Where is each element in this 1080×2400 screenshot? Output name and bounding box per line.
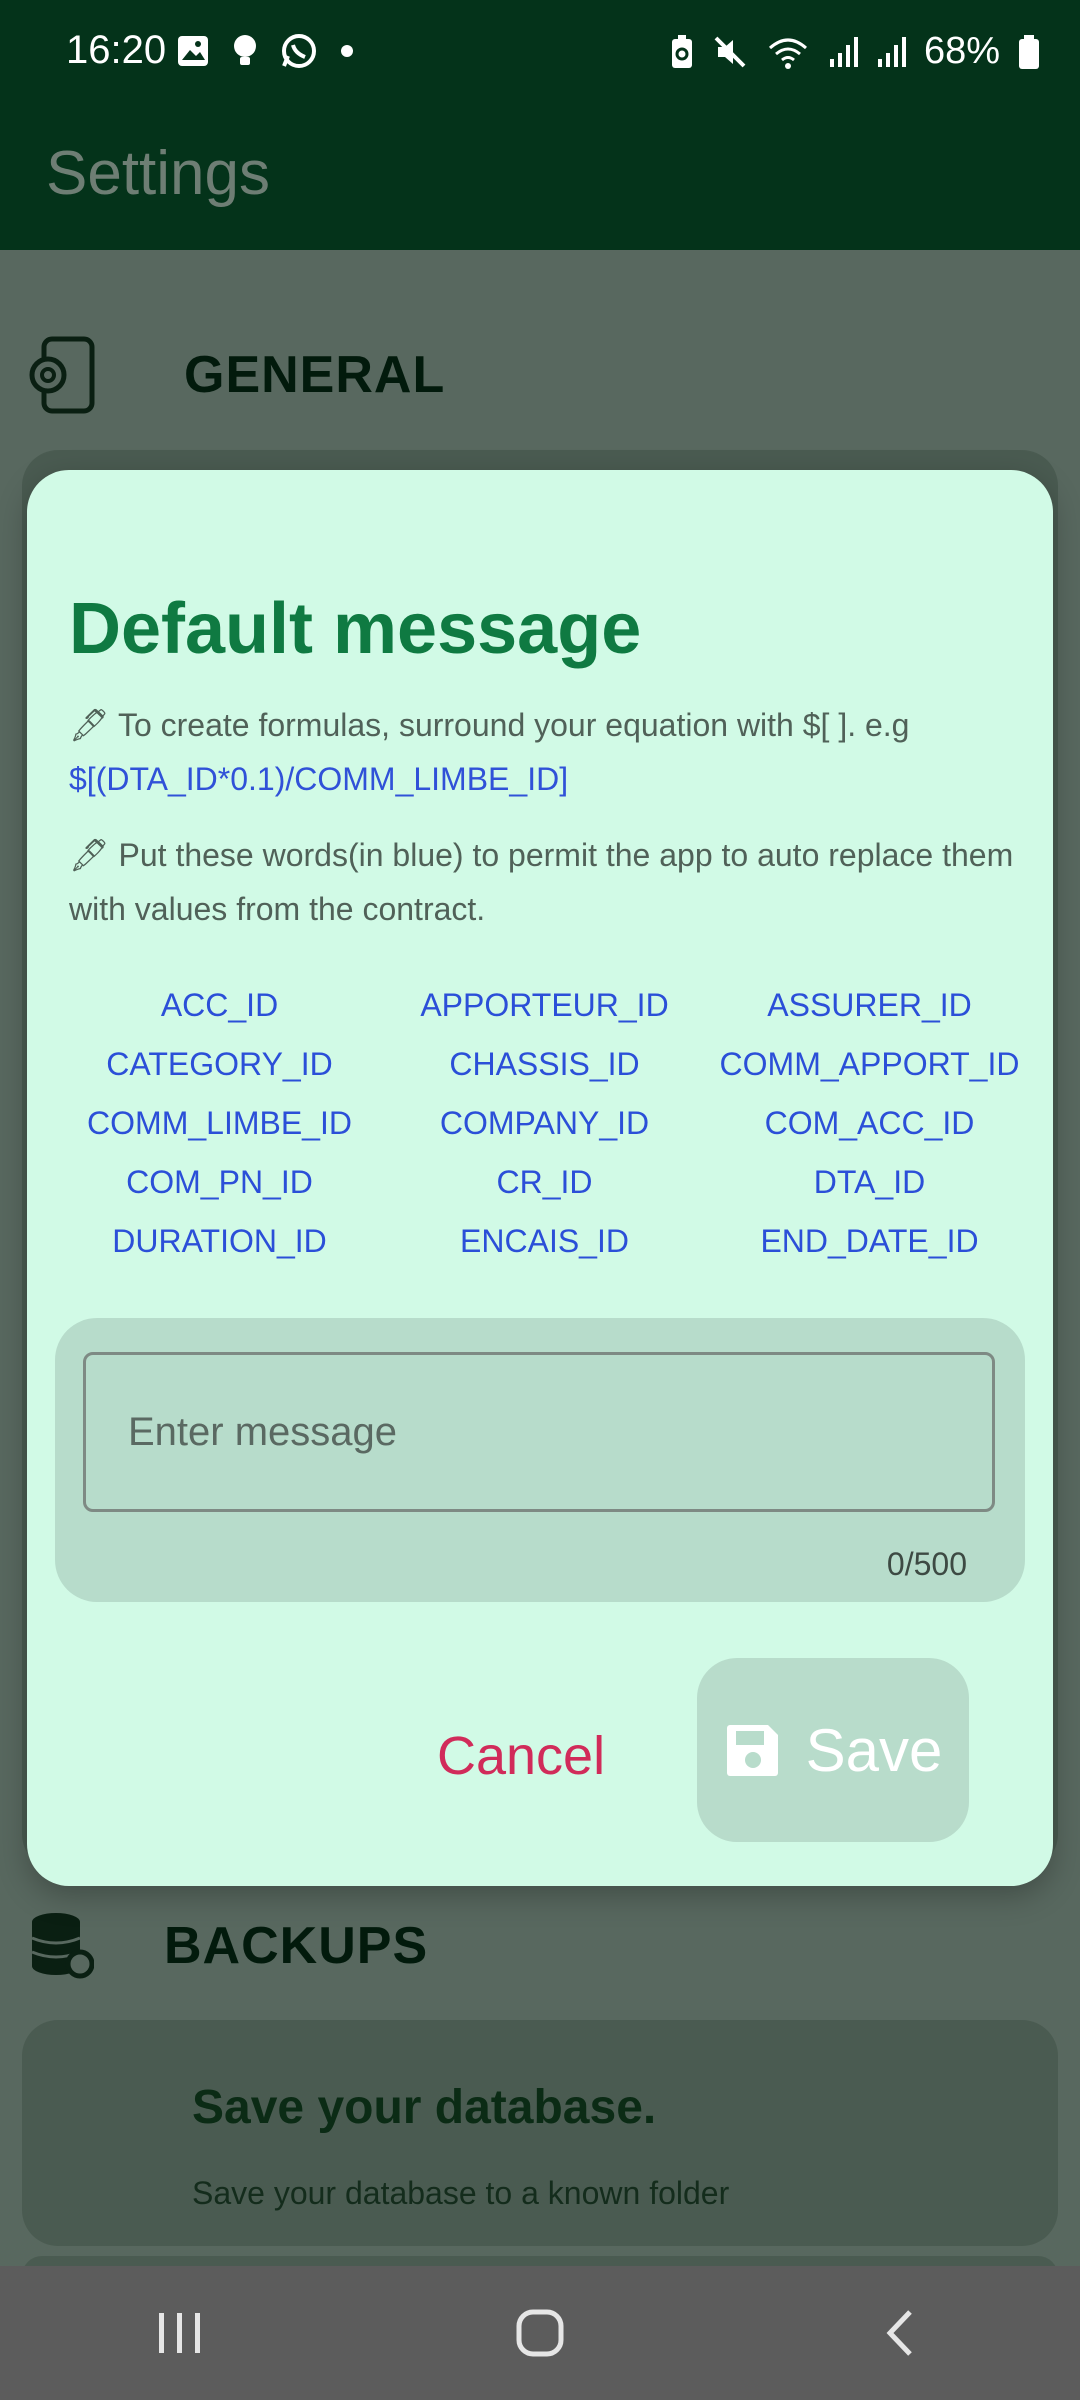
variable-item[interactable]: ENCAIS_ID bbox=[382, 1212, 707, 1271]
general-section-title: GENERAL bbox=[184, 346, 446, 404]
save-database-title: Save your database. bbox=[192, 2081, 657, 2134]
variable-item[interactable]: COMM_LIMBE_ID bbox=[57, 1094, 382, 1153]
battery-saver-icon bbox=[671, 34, 692, 68]
variable-item[interactable]: APPORTEUR_ID bbox=[382, 976, 707, 1035]
variable-item[interactable]: ACC_ID bbox=[57, 976, 382, 1035]
wifi-icon bbox=[768, 38, 807, 69]
bulb-icon bbox=[234, 35, 256, 65]
cancel-button[interactable]: Cancel bbox=[431, 1724, 611, 1788]
recent-apps-button[interactable] bbox=[120, 2283, 240, 2383]
notification-icons bbox=[176, 32, 354, 70]
variable-item[interactable]: COMPANY_ID bbox=[382, 1094, 707, 1153]
character-counter: 0/500 bbox=[886, 1546, 967, 1582]
variable-item[interactable]: MARK_ID bbox=[382, 1271, 707, 1288]
save-icon bbox=[726, 1725, 778, 1776]
navigation-bar bbox=[0, 2266, 1080, 2400]
variable-item[interactable]: ASSURER_ID bbox=[707, 976, 1032, 1035]
home-icon bbox=[516, 2309, 564, 2357]
dialog-title: Default message bbox=[69, 589, 642, 669]
backups-section-title: BACKUPS bbox=[164, 1917, 429, 1975]
page-title: Settings bbox=[46, 139, 271, 208]
variable-grid: ACC_ID APPORTEUR_ID ASSURER_ID CATEGORY_… bbox=[57, 976, 1032, 1288]
system-icons: 68% bbox=[670, 30, 1040, 73]
message-input[interactable] bbox=[86, 1355, 992, 1509]
database-icon bbox=[31, 1913, 94, 1979]
formula-hint-text: To create formulas, surround your equati… bbox=[117, 707, 910, 743]
image-icon bbox=[178, 36, 208, 66]
general-section-header: GENERAL bbox=[22, 335, 445, 415]
variable-item[interactable]: NET_A_REV_ID bbox=[707, 1271, 1032, 1288]
save-label: Save bbox=[805, 1716, 943, 1784]
formula-example: $[(DTA_ID*0.1)/COMM_LIMBE_ID] bbox=[69, 761, 569, 797]
save-database-subtitle: Save your database to a known folder bbox=[192, 2175, 730, 2211]
back-icon bbox=[886, 2310, 912, 2356]
variable-item[interactable]: CR_ID bbox=[382, 1153, 707, 1212]
recent-apps-icon bbox=[159, 2313, 200, 2353]
variable-item[interactable]: END_DATE_ID bbox=[707, 1212, 1032, 1271]
variable-item[interactable]: DURATION_ID bbox=[57, 1212, 382, 1271]
variable-item[interactable]: CHASSIS_ID bbox=[382, 1035, 707, 1094]
replace-hint: 🖋 Put these words(in blue) to permit the… bbox=[69, 828, 1019, 936]
battery-percent: 68% bbox=[923, 30, 1000, 72]
backups-section-header: BACKUPS bbox=[28, 1910, 428, 1982]
save-button[interactable]: Save bbox=[697, 1658, 969, 1842]
formula-hint: 🖋 To create formulas, surround your equa… bbox=[69, 698, 1019, 806]
app-bar: Settings bbox=[0, 110, 1080, 250]
variable-item[interactable]: COM_PN_ID bbox=[57, 1153, 382, 1212]
variable-item[interactable]: COM_ACC_ID bbox=[707, 1094, 1032, 1153]
whatsapp-icon bbox=[282, 34, 316, 68]
home-button[interactable] bbox=[480, 2283, 600, 2383]
pen-icon: 🖋 bbox=[69, 837, 110, 873]
variable-item[interactable]: CATEGORY_ID bbox=[57, 1035, 382, 1094]
message-input-box bbox=[83, 1352, 995, 1512]
save-database-card[interactable]: Save your database. Save your database t… bbox=[22, 2020, 1058, 2246]
signal-icon bbox=[877, 36, 906, 67]
status-bar: 16:20 68% bbox=[0, 0, 1080, 110]
back-button[interactable] bbox=[840, 2283, 960, 2383]
variable-item[interactable]: DTA_ID bbox=[707, 1153, 1032, 1212]
mute-icon bbox=[714, 36, 746, 67]
battery-icon bbox=[1019, 34, 1039, 69]
variable-item[interactable]: FC_ID bbox=[57, 1271, 382, 1288]
signal-icon bbox=[829, 36, 858, 67]
pen-icon: 🖋 bbox=[69, 707, 110, 743]
message-input-container: 0/500 bbox=[55, 1318, 1025, 1602]
default-message-dialog: Default message 🖋 To create formulas, su… bbox=[27, 470, 1053, 1886]
variable-item[interactable]: COMM_APPORT_ID bbox=[707, 1035, 1032, 1094]
status-time: 16:20 bbox=[66, 28, 167, 72]
settings-phone-icon bbox=[29, 336, 95, 414]
replace-hint-text: Put these words(in blue) to permit the a… bbox=[69, 837, 1014, 927]
dot-icon bbox=[341, 45, 353, 57]
